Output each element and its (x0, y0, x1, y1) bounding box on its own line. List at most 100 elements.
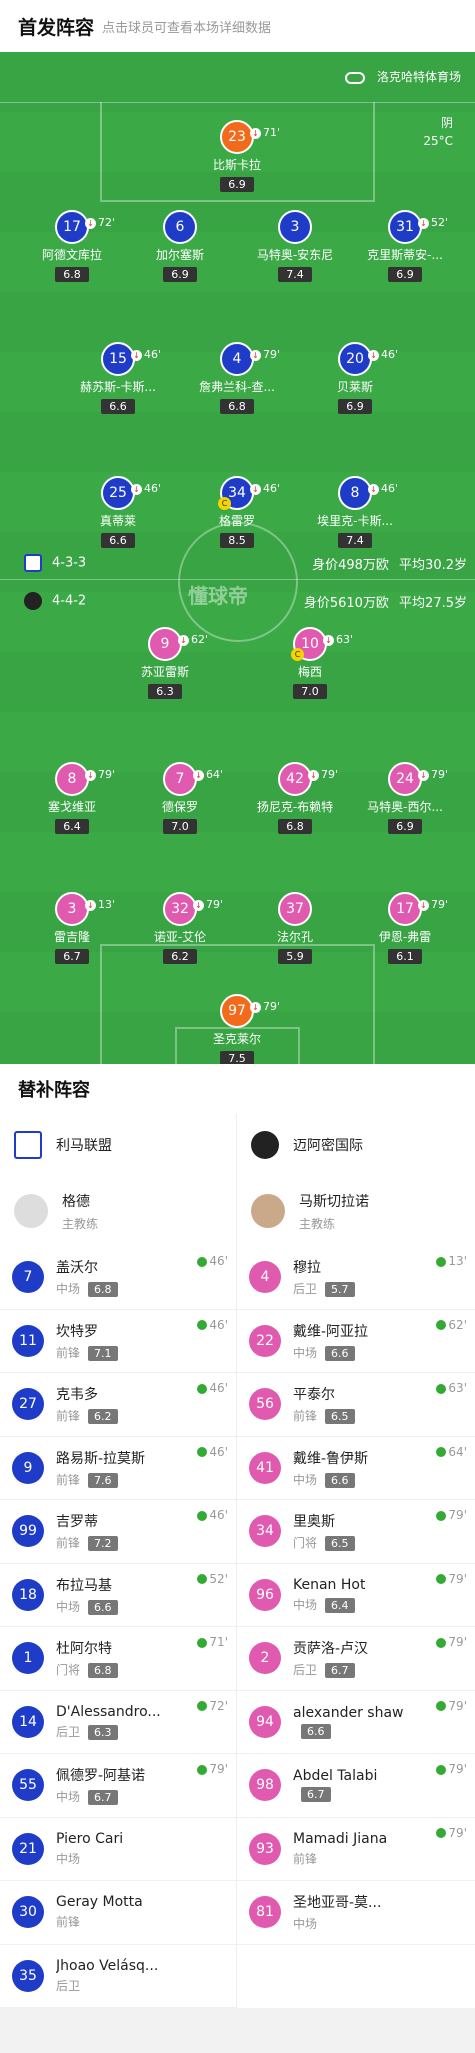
sub-minute: 46' (144, 482, 162, 495)
home-player[interactable]: 25 ↓ 46' 真蒂莱 6.6 (68, 476, 168, 548)
sub-in-time: 79' (197, 1762, 228, 1776)
away-player[interactable]: 24 ↓ 79' 马特奥-西尔... 6.9 (355, 762, 455, 834)
player-name: 雷吉隆 (53, 930, 90, 944)
player-name: 诺亚-艾伦 (153, 930, 207, 944)
sub-number: 4 (260, 1269, 270, 1286)
away-team-row[interactable]: 迈阿密国际 (237, 1114, 475, 1176)
sub-rating: 6.5 (325, 1536, 355, 1552)
sub-player-row[interactable]: 81 圣地亚哥-莫... 中场 (237, 1881, 475, 1945)
away-player[interactable]: 42 ↓ 79' 扬尼克-布赖特 6.8 (245, 762, 345, 834)
captain-icon: C (218, 497, 231, 510)
home-player[interactable]: 23 ↓ 71' 比斯卡拉 6.9 (187, 120, 287, 192)
player-rating: 6.1 (388, 949, 422, 964)
coach-avatar-icon (251, 1194, 285, 1228)
sub-player-row[interactable]: 98 Abdel Talabi 6.7 79' (237, 1754, 475, 1818)
away-player[interactable]: 32 ↓ 79' 诺亚-艾伦 6.2 (130, 892, 230, 964)
home-coach-row[interactable]: 格德 主教练 (0, 1176, 236, 1246)
sub-number-badge: 56 (249, 1388, 281, 1421)
home-player[interactable]: 8 ↓ 46' 埃里克-卡斯... 7.4 (305, 476, 405, 548)
sub-player-row[interactable]: 2 贡萨洛-卢汉 后卫 6.7 79' (237, 1627, 475, 1691)
sub-player-row[interactable]: 30 Geray Motta 前锋 (0, 1881, 236, 1945)
sub-name: Kenan Hot (293, 1576, 366, 1593)
away-team-logo-icon (24, 592, 42, 610)
sub-position: 前锋 (56, 1472, 81, 1487)
sub-player-row[interactable]: 4 穆拉 后卫 5.7 13' (237, 1246, 475, 1310)
player-number-badge: 3 ↓ 13' (55, 892, 115, 926)
away-player[interactable]: 10 ↓ 63' C 梅西 7.0 (260, 627, 360, 699)
away-player[interactable]: 9 ↓ 62' 苏亚雷斯 6.3 (115, 627, 215, 699)
sub-player-row[interactable]: 94 alexander shaw 6.6 79' (237, 1691, 475, 1754)
sub-in-icon (197, 1383, 208, 1394)
away-player[interactable]: 97 ↓ 79' 圣克莱尔 7.5 (187, 994, 287, 1064)
substitution-icon: ↓ (193, 769, 204, 781)
sub-minute: 79' (98, 768, 116, 781)
sub-in-icon (197, 1637, 208, 1648)
away-coach-row[interactable]: 马斯切拉诺 主教练 (237, 1176, 475, 1246)
sub-player-row[interactable]: 1 杜阿尔特 门将 6.8 71' (0, 1627, 236, 1691)
player-number: 31 (396, 219, 414, 235)
sub-in-icon (197, 1256, 208, 1267)
home-player[interactable]: 6 加尔塞斯 6.9 (130, 210, 230, 282)
sub-player-row[interactable]: 35 Jhoao Velásq... 后卫 (0, 1945, 236, 2008)
player-rating: 6.7 (55, 949, 89, 964)
home-player[interactable]: 20 ↓ 46' 贝莱斯 6.9 (305, 342, 405, 414)
substitution-icon: ↓ (85, 217, 96, 229)
sub-number-badge: 94 (249, 1705, 281, 1738)
sub-position: 后卫 (293, 1663, 318, 1678)
sub-player-row[interactable]: 99 吉罗蒂 前锋 7.2 46' (0, 1500, 236, 1564)
sub-minute: 46' (381, 482, 399, 495)
home-player[interactable]: 34 ↓ 46' C 格雷罗 8.5 (187, 476, 287, 548)
home-player[interactable]: 4 ↓ 79' 詹弗兰科-查... 6.8 (187, 342, 287, 414)
away-player[interactable]: 37 法尔孔 5.9 (245, 892, 345, 964)
sub-time: ↓ 13' (85, 890, 115, 920)
sub-player-row[interactable]: 55 佩德罗-阿基诺 中场 6.7 79' (0, 1754, 236, 1818)
sub-position: 中场 (293, 1345, 318, 1360)
home-team-logo-icon (14, 1131, 42, 1159)
lineup-header: 首发阵容 点击球员可查看本场详细数据 (0, 0, 475, 52)
sub-player-row[interactable]: 7 盖沃尔 中场 6.8 46' (0, 1246, 236, 1310)
sub-player-row[interactable]: 22 戴维-阿亚拉 中场 6.6 62' (237, 1310, 475, 1373)
player-number: 23 (228, 129, 246, 145)
sub-in-time: 71' (197, 1635, 228, 1649)
player-rating: 8.5 (220, 533, 254, 548)
sub-in-minute: 79' (209, 1762, 228, 1776)
sub-in-minute: 62' (448, 1317, 467, 1332)
sub-player-row[interactable]: 41 戴维-鲁伊斯 中场 6.6 64' (237, 1437, 475, 1500)
home-player[interactable]: 31 ↓ 52' 克里斯蒂安-... 6.9 (355, 210, 455, 282)
home-player[interactable]: 3 马特奥-安东尼 7.4 (245, 210, 345, 282)
sub-player-row[interactable]: 14 D'Alessandro... 后卫 6.3 72' (0, 1691, 236, 1754)
sub-player-row[interactable]: 56 平泰尔 前锋 6.5 63' (237, 1373, 475, 1437)
sub-in-minute: 64' (448, 1444, 467, 1459)
sub-player-row[interactable]: 93 Mamadi Jiana 前锋 79' (237, 1818, 475, 1881)
sub-in-minute: 63' (448, 1381, 467, 1395)
player-rating: 6.6 (101, 399, 135, 414)
sub-player-row[interactable]: 11 坎特罗 前锋 7.1 46' (0, 1310, 236, 1373)
home-player[interactable]: 15 ↓ 46' 赫苏斯-卡斯... 6.6 (68, 342, 168, 414)
player-rating: 6.8 (278, 819, 312, 834)
away-player[interactable]: 17 ↓ 79' 伊恩-弗雷 6.1 (355, 892, 455, 964)
sub-player-row[interactable]: 27 克韦多 前锋 6.2 46' (0, 1373, 236, 1437)
home-player[interactable]: 17 ↓ 72' 阿德文库拉 6.8 (22, 210, 122, 282)
away-player[interactable]: 3 ↓ 13' 雷吉隆 6.7 (22, 892, 122, 964)
away-player[interactable]: 7 ↓ 64' 德保罗 7.0 (130, 762, 230, 834)
away-player[interactable]: 8 ↓ 79' 塞戈维亚 6.4 (22, 762, 122, 834)
sub-player-row[interactable]: 34 里奥斯 门将 6.5 79' (237, 1500, 475, 1564)
sub-position: 中场 (293, 1917, 318, 1932)
sub-player-row[interactable]: 21 Piero Cari 中场 (0, 1818, 236, 1881)
player-number: 4 (232, 351, 242, 367)
player-name: 真蒂莱 (99, 514, 136, 528)
sub-player-row[interactable]: 96 Kenan Hot 中场 6.4 79' (237, 1564, 475, 1627)
sub-number: 2 (260, 1650, 270, 1667)
sub-minute: 62' (191, 633, 209, 646)
sub-in-time: 79' (436, 1508, 467, 1522)
substitution-icon: ↓ (308, 769, 319, 781)
sub-player-row[interactable]: 18 布拉马基 中场 6.6 52' (0, 1564, 236, 1627)
home-team-row[interactable]: 利马联盟 (0, 1114, 236, 1176)
sub-in-icon (197, 1510, 208, 1521)
substitution-icon: ↓ (131, 349, 142, 361)
player-name: 赫苏斯-卡斯... (80, 380, 156, 394)
sub-player-row[interactable]: 9 路易斯-拉莫斯 前锋 7.6 46' (0, 1437, 236, 1500)
sub-in-minute: 72' (209, 1698, 228, 1713)
lineup-title: 首发阵容 (18, 16, 95, 39)
player-number-badge: 24 ↓ 79' (388, 762, 448, 796)
